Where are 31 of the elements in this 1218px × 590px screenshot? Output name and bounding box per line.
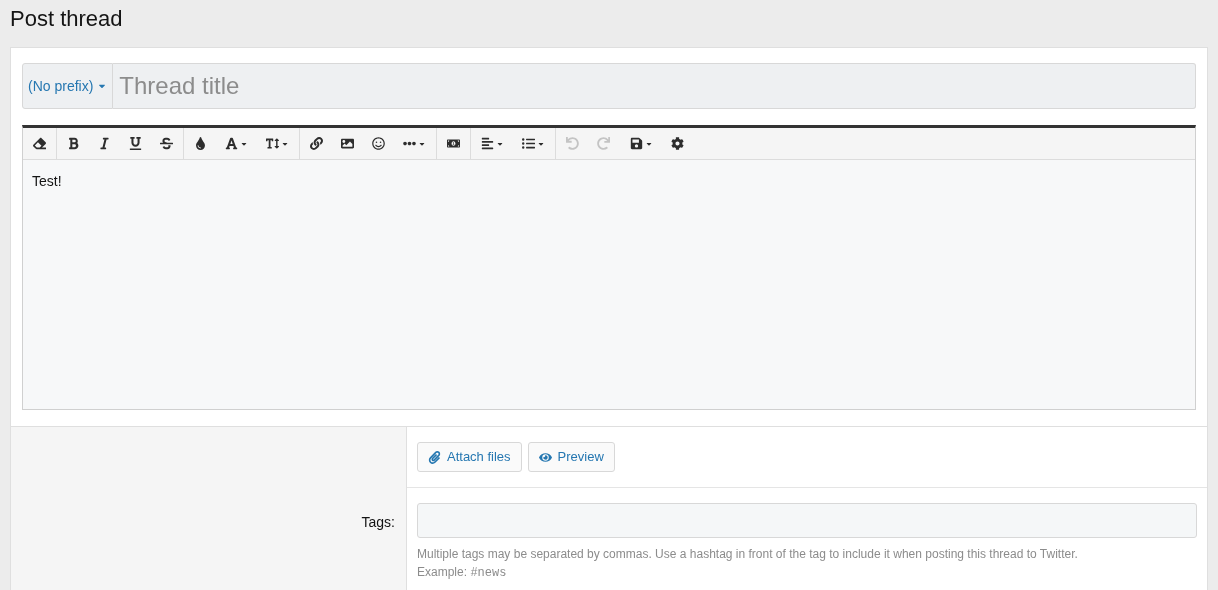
- page-title: Post thread: [10, 5, 123, 33]
- link-icon: [310, 137, 323, 150]
- eraser-icon: [33, 137, 46, 150]
- align-left-icon: [481, 137, 494, 150]
- text-height-icon: [266, 137, 279, 150]
- prefix-dropdown[interactable]: (No prefix): [22, 63, 114, 109]
- media-icon: [447, 137, 460, 150]
- editor-text: Test!: [32, 173, 62, 189]
- tags-label: Tags:: [361, 513, 395, 532]
- droplet-icon: [194, 137, 207, 150]
- tags-input[interactable]: [417, 503, 1197, 538]
- paperclip-icon: [428, 450, 441, 464]
- preview-button[interactable]: Preview: [527, 442, 615, 472]
- italic-icon: [98, 137, 111, 150]
- redo-icon: [597, 137, 610, 150]
- tags-example: Example: #news: [417, 564, 508, 582]
- list-icon: [522, 137, 535, 150]
- image-icon: [341, 137, 354, 150]
- font-icon: [225, 137, 238, 150]
- attach-button[interactable]: Attach files: [417, 442, 522, 472]
- eye-icon: [538, 450, 552, 464]
- save-icon: [630, 137, 643, 150]
- underline-icon: [129, 137, 142, 150]
- strikethrough-icon: [160, 137, 173, 150]
- editor-body[interactable]: Test!: [23, 160, 1195, 409]
- bold-icon: [67, 137, 80, 150]
- title-input[interactable]: Thread title: [113, 63, 1196, 109]
- smiley-icon: [372, 137, 385, 150]
- tags-hint: Multiple tags may be separated by commas. Use a hashtag in front of the tag to include it when posting this thread to Twitter.: [417, 546, 1079, 563]
- settings-icon: [671, 137, 684, 150]
- undo-icon: [566, 137, 579, 150]
